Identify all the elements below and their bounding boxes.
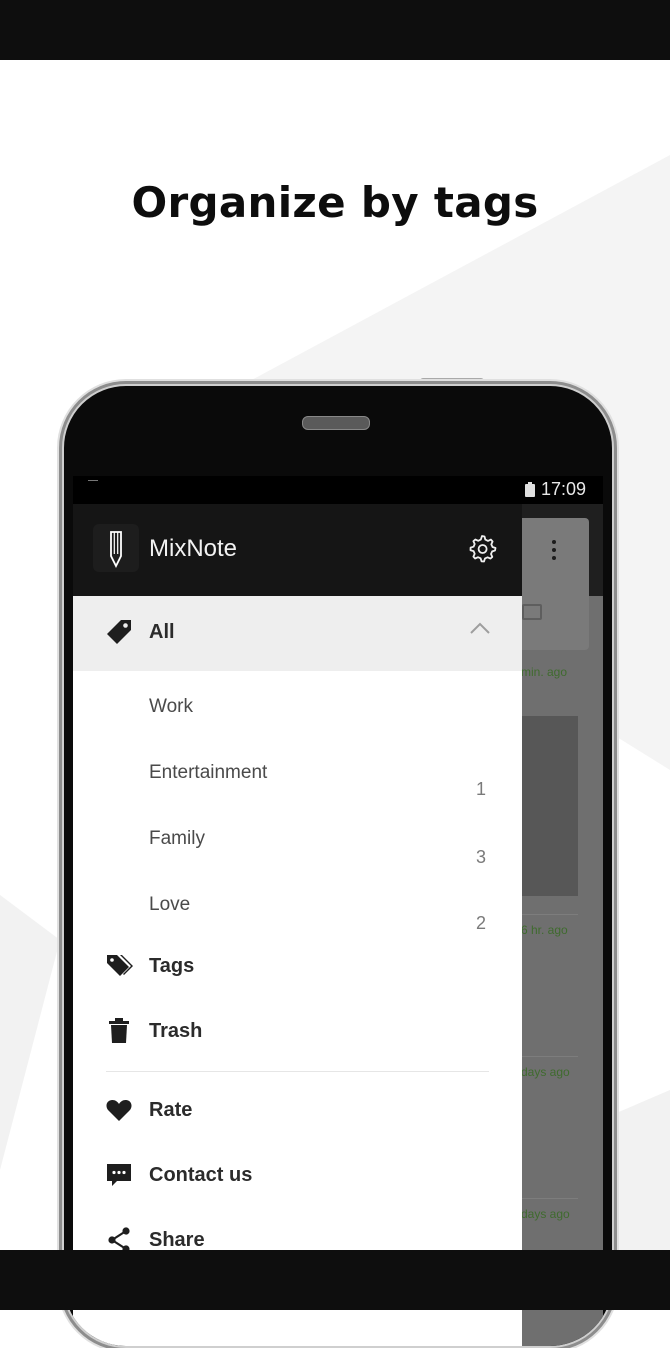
list-divider xyxy=(521,914,578,915)
tag-label: Work xyxy=(149,696,193,717)
drawer-item-contact-us[interactable]: Contact us xyxy=(73,1145,522,1211)
drawer-tag-love[interactable]: Love 2 xyxy=(73,869,522,935)
drawer-item-label: All xyxy=(149,621,175,643)
mixnote-logo xyxy=(93,524,139,572)
tag-count: 1 xyxy=(476,779,487,799)
status-time: 17:09 xyxy=(541,479,587,499)
drawer-item-label: Share xyxy=(149,1229,205,1251)
drawer-tag-family[interactable]: Family 3 xyxy=(73,803,522,869)
background-note-card[interactable] xyxy=(513,518,589,650)
drawer-header: MixNote xyxy=(73,504,522,596)
heart-icon xyxy=(106,1099,132,1121)
navigation-drawer: MixNote All Work Entertainment 1 Family … xyxy=(73,504,522,1346)
image-icon xyxy=(522,604,542,620)
list-divider xyxy=(521,1056,578,1057)
drawer-item-tags[interactable]: Tags xyxy=(73,935,522,1001)
note-timestamp: days ago xyxy=(521,1065,570,1079)
drawer-item-rate[interactable]: Rate xyxy=(73,1080,522,1146)
tag-label: Family xyxy=(149,828,205,849)
notification-indicator xyxy=(88,480,98,481)
bottom-letterbox xyxy=(0,1250,670,1310)
note-timestamp: days ago xyxy=(521,1207,570,1221)
phone-frame: 17:09 min. ago 6 hr. ago days ago days a… xyxy=(62,384,614,1348)
top-letterbox xyxy=(0,0,670,60)
note-image-placeholder xyxy=(521,716,578,896)
phone-speaker xyxy=(302,416,370,430)
pencil-icon xyxy=(110,531,122,569)
settings-gear-icon[interactable] xyxy=(467,533,497,563)
drawer-item-label: Trash xyxy=(149,1020,203,1042)
battery-icon xyxy=(525,482,535,497)
drawer-item-label: Tags xyxy=(149,955,195,977)
chat-bubble-icon xyxy=(107,1164,131,1186)
phone-screen: 17:09 min. ago 6 hr. ago days ago days a… xyxy=(73,476,603,1346)
drawer-divider xyxy=(106,1071,489,1072)
chevron-up-icon[interactable] xyxy=(469,621,491,635)
tag-count: 3 xyxy=(476,847,487,867)
status-bar: 17:09 xyxy=(73,476,603,504)
note-timestamp: min. ago xyxy=(521,665,568,679)
drawer-item-label: Contact us xyxy=(149,1164,253,1186)
drawer-tag-entertainment[interactable]: Entertainment 1 xyxy=(73,737,522,803)
page-headline: Organize by tags xyxy=(131,178,539,227)
tag-label: Love xyxy=(149,894,191,915)
phone-volume-button xyxy=(57,640,61,800)
drawer-tag-work[interactable]: Work xyxy=(73,671,522,737)
drawer-item-label: Rate xyxy=(149,1099,193,1121)
trash-icon xyxy=(109,1018,129,1043)
tag-label: Entertainment xyxy=(149,762,268,783)
drawer-item-trash[interactable]: Trash xyxy=(73,1001,522,1067)
tag-count: 2 xyxy=(476,913,487,933)
drawer-item-all[interactable]: All xyxy=(73,596,522,671)
tags-icon xyxy=(107,955,133,976)
app-name: MixNote xyxy=(149,535,238,562)
overflow-menu-icon[interactable] xyxy=(552,540,556,564)
tag-icon xyxy=(107,620,131,644)
list-divider xyxy=(521,1198,578,1199)
note-timestamp: 6 hr. ago xyxy=(521,923,568,937)
